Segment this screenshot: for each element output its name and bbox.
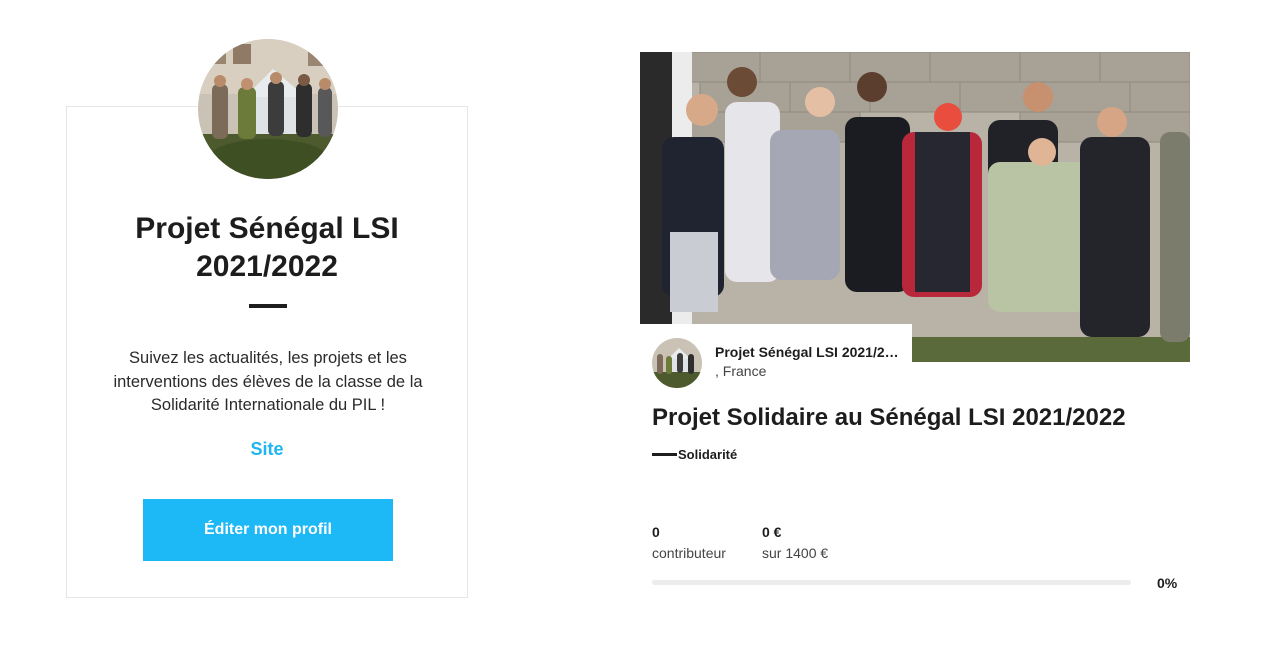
category-line	[652, 453, 677, 456]
edit-profile-button[interactable]: Éditer mon profil	[143, 499, 393, 561]
goal-amount: sur 1400 €	[762, 545, 829, 561]
project-owner-location: , France	[715, 363, 767, 379]
project-card[interactable]: Projet Sénégal LSI 2021/2022 , France Pr…	[640, 52, 1190, 612]
project-cover-image[interactable]	[640, 52, 1190, 362]
owner-avatar[interactable]	[652, 338, 702, 388]
title-divider	[249, 304, 287, 308]
site-link[interactable]: Site	[66, 439, 468, 460]
funding-progress-bar	[652, 580, 1131, 585]
profile-avatar	[198, 39, 338, 179]
category-label: Solidarité	[678, 447, 738, 462]
project-owner-name[interactable]: Projet Sénégal LSI 2021/2022	[715, 344, 905, 360]
contributors-label: contributeur	[652, 545, 726, 561]
contributors-count: 0	[652, 524, 660, 540]
project-title[interactable]: Projet Solidaire au Sénégal LSI 2021/202…	[652, 404, 1126, 432]
funding-progress-percent: 0%	[1157, 575, 1178, 591]
profile-name: Projet Sénégal LSI 2021/2022	[135, 212, 399, 283]
raised-amount: 0 €	[762, 524, 782, 540]
profile-bio: Suivez les actualités, les projets et le…	[113, 349, 423, 414]
